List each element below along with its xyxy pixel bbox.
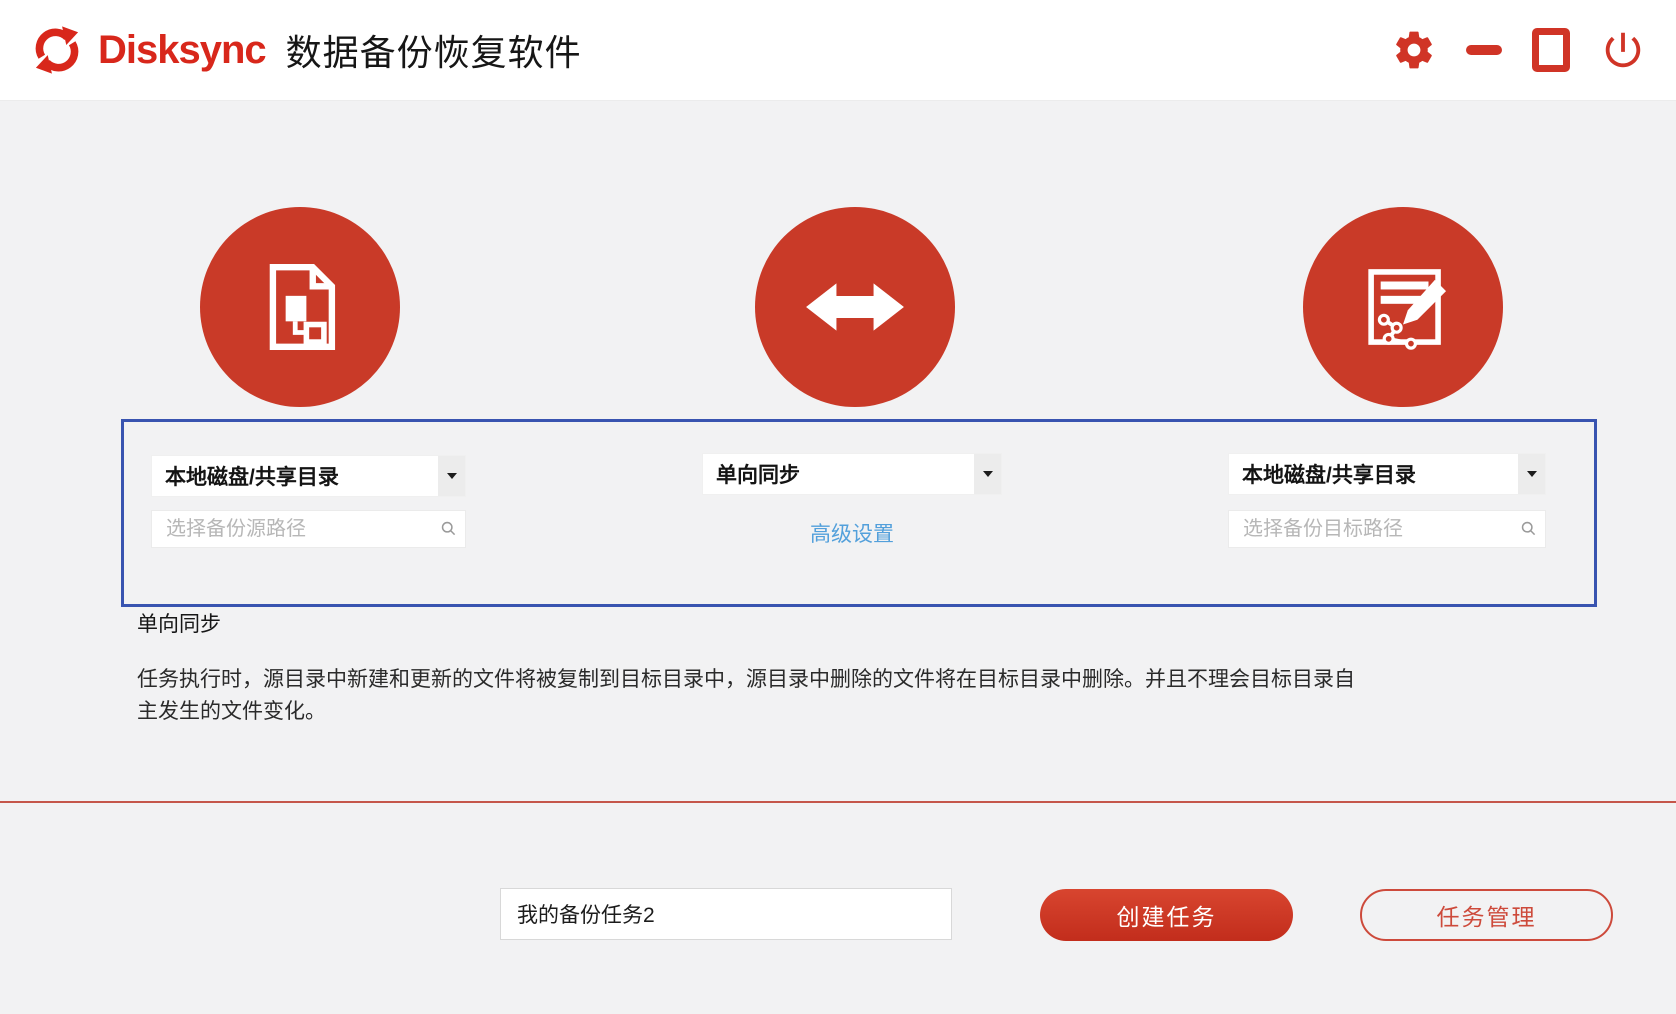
- gear-icon: [1392, 28, 1436, 72]
- brand-name: Disksync: [98, 27, 267, 72]
- sync-mode-circle: [755, 207, 955, 407]
- sync-arrows-logo-icon: [30, 23, 84, 77]
- create-task-button[interactable]: 创建任务: [1040, 889, 1293, 941]
- document-flow-icon: [249, 256, 351, 358]
- source-circle: [200, 207, 400, 407]
- disksync-main-window: Disksync 数据备份恢复软件 本地磁盘/共享目录 选择备份源路径 单向同步…: [0, 0, 1676, 1014]
- search-icon[interactable]: [440, 520, 457, 537]
- source-type-dropdown-button[interactable]: [438, 456, 465, 496]
- manage-tasks-button[interactable]: 任务管理: [1360, 889, 1613, 941]
- source-type-select[interactable]: 本地磁盘/共享目录: [151, 455, 466, 497]
- report-edit-icon: [1352, 256, 1454, 358]
- minimize-button[interactable]: [1466, 45, 1502, 55]
- double-arrow-icon: [801, 253, 909, 361]
- sync-mode-value: 单向同步: [716, 464, 800, 487]
- target-type-dropdown-button[interactable]: [1518, 454, 1545, 494]
- source-path-input[interactable]: [151, 510, 466, 548]
- target-path-field: [1228, 510, 1546, 548]
- task-name-input[interactable]: [500, 888, 952, 940]
- caret-down-icon: [446, 473, 457, 479]
- source-path-field: [151, 510, 466, 548]
- settings-button[interactable]: [1392, 28, 1436, 72]
- sync-mode-title: 单向同步: [137, 613, 221, 636]
- sync-mode-dropdown-button[interactable]: [974, 454, 1001, 494]
- caret-down-icon: [982, 471, 993, 477]
- target-type-select[interactable]: 本地磁盘/共享目录: [1228, 453, 1546, 495]
- power-icon: [1600, 27, 1646, 73]
- advanced-settings-link[interactable]: 高级设置: [702, 518, 1002, 548]
- app-title: 数据备份恢复软件: [285, 32, 582, 73]
- sync-mode-select[interactable]: 单向同步: [702, 453, 1002, 495]
- sync-mode-description: 任务执行时，源目录中新建和更新的文件将被复制到目标目录中，源目录中删除的文件将在…: [137, 668, 1355, 723]
- target-circle: [1303, 207, 1503, 407]
- target-type-value: 本地磁盘/共享目录: [1242, 464, 1416, 487]
- task-config-panel: 本地磁盘/共享目录 单向同步 高级设置 本地磁盘/共享目录: [121, 419, 1597, 607]
- search-icon[interactable]: [1520, 520, 1537, 537]
- target-path-input[interactable]: [1228, 510, 1546, 548]
- square-icon: [1532, 28, 1570, 72]
- section-divider: [0, 801, 1676, 803]
- window-controls: [1392, 0, 1646, 100]
- maximize-button[interactable]: [1532, 28, 1570, 72]
- brand-block: Disksync 数据备份恢复软件: [30, 0, 582, 100]
- close-power-button[interactable]: [1600, 27, 1646, 73]
- app-header: Disksync 数据备份恢复软件: [0, 0, 1676, 101]
- minus-icon: [1466, 45, 1502, 55]
- source-type-value: 本地磁盘/共享目录: [165, 466, 339, 489]
- caret-down-icon: [1526, 471, 1537, 477]
